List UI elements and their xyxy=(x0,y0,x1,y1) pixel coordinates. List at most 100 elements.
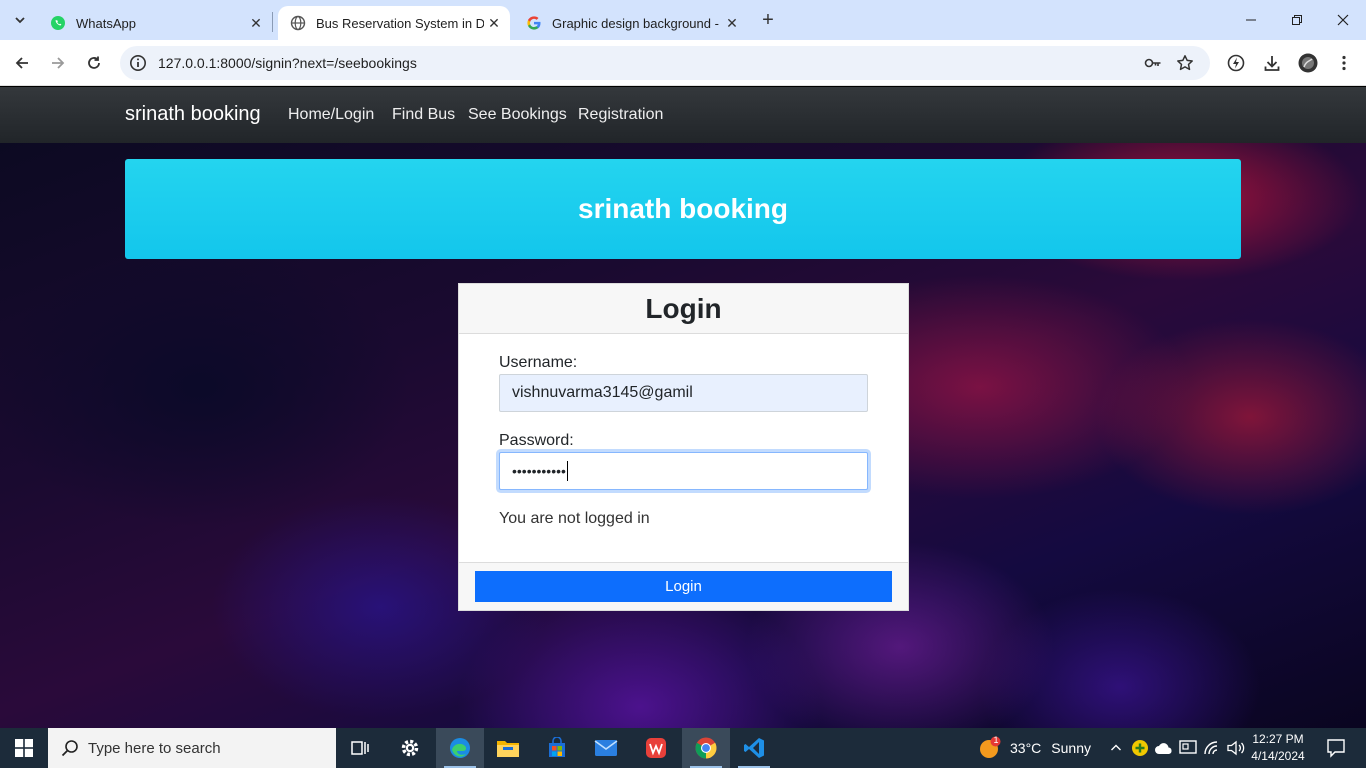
minimize-button[interactable] xyxy=(1228,0,1274,40)
login-card: Login Username: vishnuvarma3145@gamil Pa… xyxy=(458,283,909,611)
show-hidden-icons[interactable] xyxy=(1104,728,1128,768)
tab-label: Bus Reservation System in Djan xyxy=(316,15,484,31)
jumbotron-title: srinath booking xyxy=(578,193,788,224)
nav-see-bookings[interactable]: See Bookings xyxy=(468,106,567,124)
close-icon xyxy=(1337,14,1349,26)
search-icon xyxy=(61,740,78,757)
weather-condition: Sunny xyxy=(1051,740,1091,756)
new-tab-button[interactable]: + xyxy=(756,8,780,32)
password-input[interactable]: ••••••••••• xyxy=(499,452,868,490)
network-tray[interactable] xyxy=(1200,728,1224,768)
nav-registration[interactable]: Registration xyxy=(578,106,663,124)
nav-find-bus[interactable]: Find Bus xyxy=(392,106,455,124)
bookmark-star-icon[interactable] xyxy=(1176,54,1194,72)
taskbar-search-box[interactable]: Type here to search xyxy=(48,728,336,768)
tray-app-icon[interactable] xyxy=(1128,728,1152,768)
restore-icon xyxy=(1292,15,1302,25)
chrome-icon xyxy=(695,737,717,759)
tab-search-button[interactable] xyxy=(8,8,32,32)
weather-temp: 33°C xyxy=(1010,740,1042,756)
back-button[interactable] xyxy=(8,49,36,77)
address-bar[interactable]: 127.0.0.1:8000/signin?next=/seebookings xyxy=(120,46,1210,80)
speaker-icon xyxy=(1227,740,1245,756)
close-icon[interactable]: ✕ xyxy=(246,13,266,33)
whatsapp-icon xyxy=(51,16,65,30)
taskbar-search-placeholder: Type here to search xyxy=(88,739,221,757)
restore-button[interactable] xyxy=(1274,0,1320,40)
onedrive-tray[interactable] xyxy=(1152,728,1176,768)
minimize-icon xyxy=(1246,19,1256,21)
notification-center-button[interactable] xyxy=(1318,728,1354,768)
key-icon[interactable] xyxy=(1144,54,1162,72)
plus-badge-icon xyxy=(1132,740,1148,756)
profile-avatar-icon[interactable] xyxy=(1297,52,1319,74)
tray-monitor[interactable] xyxy=(1176,728,1200,768)
password-mask: ••••••••••• xyxy=(512,463,566,479)
volume-tray[interactable] xyxy=(1224,728,1248,768)
task-view-icon xyxy=(351,741,369,755)
mail-icon xyxy=(594,740,618,756)
navbar-brand[interactable]: srinath booking xyxy=(125,103,261,126)
clock-date: 4/14/2024 xyxy=(1251,749,1305,763)
store-icon xyxy=(549,737,565,757)
performance-icon[interactable] xyxy=(1225,52,1247,74)
arrow-right-icon xyxy=(52,57,65,69)
taskbar-settings[interactable] xyxy=(386,728,434,768)
taskbar-wps[interactable] xyxy=(632,728,680,768)
url-text: 127.0.0.1:8000/signin?next=/seebookings xyxy=(158,55,417,71)
task-view-button[interactable] xyxy=(336,728,384,768)
password-label: Password: xyxy=(499,432,574,449)
taskbar-file-explorer[interactable] xyxy=(484,728,532,768)
vscode-icon xyxy=(744,738,764,758)
monitor-icon xyxy=(1179,740,1197,754)
login-card-footer: Login xyxy=(459,562,908,610)
cloud-icon xyxy=(1155,743,1172,754)
tab-label: Graphic design background - G xyxy=(552,15,722,31)
taskbar-chrome[interactable] xyxy=(682,728,730,768)
username-input[interactable]: vishnuvarma3145@gamil xyxy=(499,374,868,412)
site-info-icon[interactable] xyxy=(129,54,147,72)
close-window-button[interactable] xyxy=(1320,0,1366,40)
weather-badge: 1 xyxy=(993,735,999,745)
reload-button[interactable] xyxy=(80,49,108,77)
nav-home-login[interactable]: Home/Login xyxy=(288,106,374,124)
taskbar-vscode[interactable] xyxy=(730,728,778,768)
wifi-icon xyxy=(1204,741,1218,755)
forward-button[interactable] xyxy=(44,49,72,77)
menu-dots-icon[interactable] xyxy=(1333,52,1355,74)
browser-toolbar: 127.0.0.1:8000/signin?next=/seebookings xyxy=(0,40,1366,86)
login-title: Login xyxy=(645,292,722,324)
tab-whatsapp[interactable]: WhatsApp ✕ xyxy=(38,6,272,40)
chevron-up-icon xyxy=(1111,744,1121,751)
taskbar-mail[interactable] xyxy=(582,728,630,768)
tab-graphic-design[interactable]: Graphic design background - G ✕ xyxy=(514,6,748,40)
close-icon[interactable]: ✕ xyxy=(722,13,742,33)
username-label: Username: xyxy=(499,354,578,371)
chevron-down-icon xyxy=(15,17,25,24)
windows-taskbar: Type here to search 1 33°C Sunny 12:27 P… xyxy=(0,728,1366,768)
taskbar-edge[interactable] xyxy=(436,728,484,768)
wps-office-icon xyxy=(646,738,666,758)
google-icon xyxy=(527,16,541,30)
page-content: srinath booking Home/Login Find Bus See … xyxy=(0,87,1366,728)
globe-icon xyxy=(290,15,306,31)
notification-icon xyxy=(1327,739,1345,758)
tab-label: WhatsApp xyxy=(76,15,136,31)
clock-time: 12:27 PM xyxy=(1252,732,1304,746)
download-icon[interactable] xyxy=(1261,52,1283,74)
browser-tab-bar: WhatsApp ✕ Bus Reservation System in Dja… xyxy=(0,0,1366,40)
login-button[interactable]: Login xyxy=(475,571,892,602)
gear-icon xyxy=(401,739,419,757)
folder-icon xyxy=(497,741,519,757)
start-button[interactable] xyxy=(0,728,48,768)
weather-widget[interactable]: 1 33°C Sunny xyxy=(978,728,1091,768)
taskbar-clock[interactable]: 12:27 PM 4/14/2024 xyxy=(1248,731,1308,765)
taskbar-store[interactable] xyxy=(533,728,581,768)
close-icon[interactable]: ✕ xyxy=(484,13,504,33)
text-caret xyxy=(566,461,568,481)
login-card-header: Login xyxy=(459,284,908,334)
tab-separator xyxy=(272,12,273,32)
tab-bus-reservation[interactable]: Bus Reservation System in Djan ✕ xyxy=(278,6,510,40)
windows-logo-icon xyxy=(15,739,33,757)
login-status-text: You are not logged in xyxy=(499,510,650,527)
